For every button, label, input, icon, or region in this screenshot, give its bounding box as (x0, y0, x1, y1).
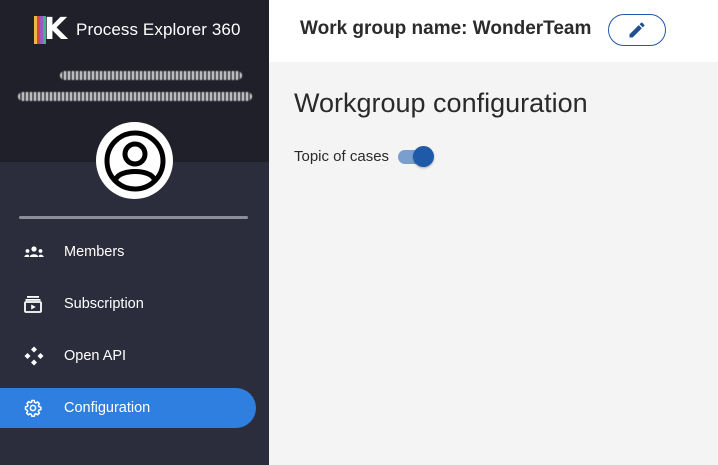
app-name: Process Explorer 360 (76, 20, 241, 39)
brand[interactable]: K Process Explorer 360 (34, 14, 241, 46)
toggle-thumb (413, 146, 435, 167)
sidebar: K Process Explorer 360 Members Subscript… (0, 0, 269, 465)
gear-icon (0, 399, 64, 417)
sidebar-nav: Members Subscription Open API Configurat… (0, 232, 269, 440)
sidebar-item-label: Members (64, 244, 125, 260)
toggle-label: Topic of cases (294, 147, 390, 165)
open-api-icon (0, 346, 64, 366)
sidebar-divider (19, 216, 248, 219)
sidebar-item-configuration[interactable]: Configuration (0, 388, 256, 428)
sidebar-item-members[interactable]: Members (0, 232, 256, 272)
topic-of-cases-toggle[interactable] (398, 146, 435, 167)
pencil-icon (629, 22, 645, 38)
edit-workgroup-name-button[interactable] (608, 14, 666, 46)
workgroup-title: Work group name: WonderTeam (300, 18, 591, 40)
workgroup-name: WonderTeam (472, 18, 592, 39)
sidebar-item-label: Configuration (64, 400, 151, 416)
avatar[interactable] (96, 122, 173, 199)
sidebar-item-label: Open API (64, 348, 127, 364)
page-title: Workgroup configuration (294, 88, 588, 118)
members-icon (0, 245, 64, 259)
sidebar-item-subscription[interactable]: Subscription (0, 284, 256, 324)
subscription-icon (0, 295, 64, 313)
blurred-user-info (18, 68, 253, 104)
app-logo: K (34, 14, 67, 46)
user-circle-icon (104, 130, 165, 191)
sidebar-item-open-api[interactable]: Open API (0, 336, 256, 376)
main-content: Workgroup configuration Topic of cases (269, 62, 718, 465)
topic-of-cases-setting: Topic of cases (294, 146, 435, 167)
workgroup-label: Work group name: (300, 18, 468, 39)
sidebar-item-label: Subscription (64, 296, 144, 312)
page-header: Work group name: WonderTeam (269, 0, 718, 62)
